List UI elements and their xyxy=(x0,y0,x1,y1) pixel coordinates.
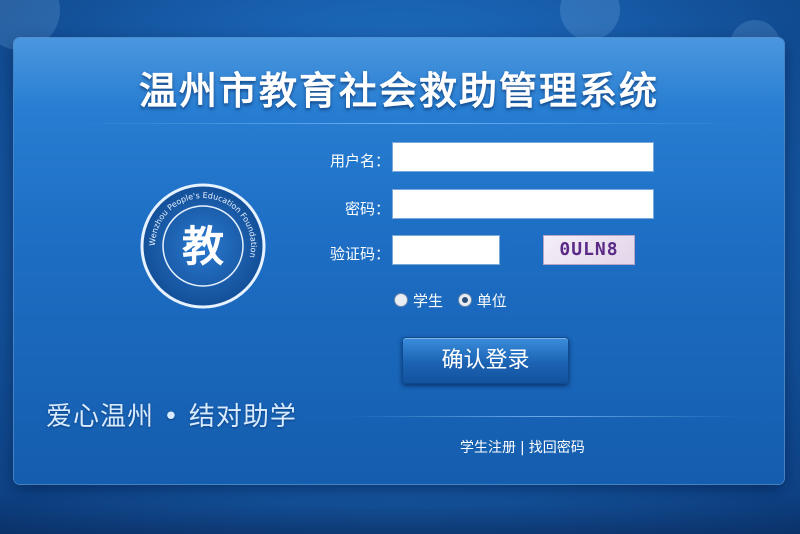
bottom-glow xyxy=(0,494,800,534)
user-type-unit[interactable]: 单位 xyxy=(457,290,507,311)
foundation-logo: Wenzhou People's Education Foundation 教 xyxy=(140,183,266,309)
captcha-input[interactable] xyxy=(392,235,500,265)
decor-bubble xyxy=(560,0,620,40)
captcha-label: 验证码： xyxy=(329,245,390,263)
recover-password-link[interactable]: 找回密码 xyxy=(529,440,585,456)
password-label: 密码： xyxy=(344,200,390,218)
login-panel: 温州市教育社会救助管理系统 Wenzhou People's Education… xyxy=(14,38,784,484)
username-input[interactable] xyxy=(392,142,654,172)
user-type-student[interactable]: 学生 xyxy=(394,290,443,311)
logo-emblem-char: 教 xyxy=(182,222,224,271)
password-input[interactable] xyxy=(392,189,654,219)
slogan: 爱心温州 • 结对助学 xyxy=(46,402,297,432)
footer-links: 学生注册 | 找回密码 xyxy=(460,437,585,457)
username-label: 用户名： xyxy=(329,152,390,170)
register-link[interactable]: 学生注册 xyxy=(460,440,516,456)
user-type-student-label: 学生 xyxy=(413,292,444,310)
user-type-group: 学生 单位 xyxy=(394,290,517,311)
bottom-divider xyxy=(344,416,744,417)
title-divider xyxy=(74,123,744,124)
login-button[interactable]: 确认登录 xyxy=(402,337,569,384)
link-separator: | xyxy=(520,440,525,456)
user-type-unit-label: 单位 xyxy=(476,292,507,310)
radio-selected-icon[interactable] xyxy=(457,293,472,307)
system-title: 温州市教育社会救助管理系统 xyxy=(138,69,659,113)
radio-icon[interactable] xyxy=(394,293,408,307)
captcha-image[interactable]: 0ULN8 xyxy=(543,235,635,265)
